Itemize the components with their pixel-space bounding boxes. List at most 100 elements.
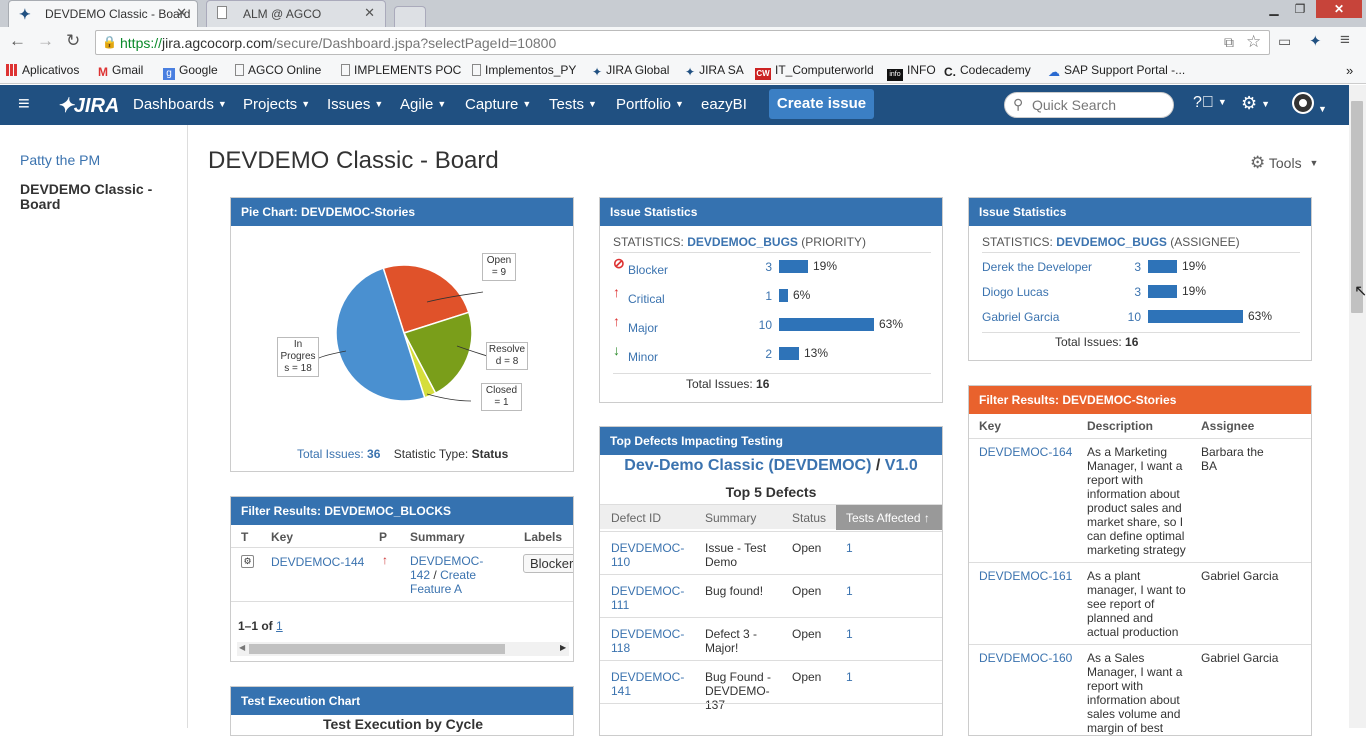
- issue-key-link[interactable]: DEVDEMOC-164: [979, 445, 1072, 459]
- reload-icon[interactable]: ↻: [66, 31, 80, 51]
- maximize-icon[interactable]: ❐: [1288, 0, 1312, 18]
- parent-issue-link[interactable]: 142: [410, 568, 430, 582]
- sidebar-item-patty[interactable]: Patty the PM: [20, 152, 100, 168]
- help-icon[interactable]: ?⃝ ▼: [1193, 94, 1227, 112]
- assignee-link[interactable]: Derek the Developer: [982, 260, 1092, 274]
- close-tab-icon[interactable]: ✕: [176, 5, 187, 21]
- tools-menu-button[interactable]: ⚙ Tools ▼: [1250, 153, 1318, 173]
- col-header-tests-affected[interactable]: Tests Affected ↑: [836, 505, 942, 530]
- priority-link[interactable]: Minor: [628, 350, 658, 364]
- tests-affected-link[interactable]: 1: [846, 627, 853, 641]
- summary-text: DEVDEMO-: [705, 684, 770, 698]
- col-header-description[interactable]: Description: [1087, 419, 1153, 433]
- filter-link[interactable]: DEVDEMOC_BUGS: [1056, 235, 1167, 249]
- filter-link[interactable]: DEVDEMOC_BUGS: [687, 235, 798, 249]
- bookmark-it-computerworld[interactable]: CW IT_Computerworld: [755, 63, 874, 80]
- scrollbar-thumb[interactable]: [249, 644, 505, 654]
- nav-projects[interactable]: Projects ▼: [243, 96, 310, 113]
- browser-tab[interactable]: ALM @ AGCO ✕: [206, 0, 386, 27]
- minimize-icon[interactable]: ▁: [1262, 0, 1286, 18]
- summary-link[interactable]: Feature A: [410, 582, 462, 596]
- nav-tests[interactable]: Tests ▼: [549, 96, 597, 113]
- jira-extension-icon[interactable]: ✦: [1309, 32, 1322, 50]
- bookmark-jira-global[interactable]: ✦ JIRA Global: [592, 63, 669, 79]
- col-header-type[interactable]: T: [241, 530, 248, 544]
- nav-issues[interactable]: Issues ▼: [327, 96, 383, 113]
- bookmark-agco-online[interactable]: AGCO Online: [235, 63, 321, 77]
- col-header-summary[interactable]: Summary: [705, 511, 756, 525]
- defect-link[interactable]: 118: [611, 641, 684, 655]
- close-tab-icon[interactable]: ✕: [364, 5, 375, 21]
- sidebar-item-current-dashboard[interactable]: DEVDEMO Classic - Board: [20, 182, 170, 212]
- bookmark-apps[interactable]: Aplicativos: [6, 63, 79, 77]
- cast-icon[interactable]: ▭: [1278, 33, 1291, 50]
- gear-icon[interactable]: ⚙ ▼: [1241, 93, 1270, 114]
- nav-eazybi[interactable]: eazyBI: [701, 96, 747, 113]
- avatar[interactable]: ▼: [1292, 92, 1327, 118]
- defect-link[interactable]: 141: [611, 684, 684, 698]
- quick-search-input[interactable]: ⚲ Quick Search: [1004, 92, 1174, 118]
- parent-issue-link[interactable]: DEVDEMOC-: [410, 554, 483, 568]
- bookmark-star-icon[interactable]: ☆: [1246, 32, 1261, 52]
- col-header-assignee[interactable]: Assignee: [1201, 419, 1254, 433]
- bookmark-implementos-py[interactable]: Implementos_PY: [472, 63, 576, 77]
- bookmark-codecademy[interactable]: C. Codecademy: [944, 63, 1031, 79]
- address-bar[interactable]: 🔒 https://jira.agcocorp.com/secure/Dashb…: [95, 30, 1270, 55]
- pager-link[interactable]: 1: [276, 619, 283, 633]
- defect-link[interactable]: 110: [611, 555, 684, 569]
- assignee-link[interactable]: Gabriel Garcia: [982, 310, 1059, 324]
- col-header-status[interactable]: Status: [792, 511, 826, 525]
- translate-icon[interactable]: ⧉: [1224, 34, 1234, 51]
- col-header-key[interactable]: Key: [979, 419, 1001, 433]
- jira-logo[interactable]: ✦JIRA: [57, 93, 119, 118]
- bookmark-sap-support[interactable]: ☁ SAP Support Portal -...: [1048, 63, 1185, 79]
- priority-link[interactable]: Blocker: [628, 263, 668, 277]
- nav-agile[interactable]: Agile ▼: [400, 96, 446, 113]
- summary-link[interactable]: Create: [440, 568, 476, 582]
- horizontal-scrollbar[interactable]: ◀ ▶: [237, 642, 569, 656]
- bookmark-jira-sa[interactable]: ✦ JIRA SA: [685, 63, 744, 79]
- app-switcher-icon[interactable]: ≡: [18, 93, 30, 116]
- priority-link[interactable]: Major: [628, 321, 658, 335]
- priority-link[interactable]: Critical: [628, 292, 665, 306]
- nav-portfolio[interactable]: Portfolio ▼: [616, 96, 684, 113]
- new-tab-button[interactable]: [394, 6, 426, 27]
- col-header-key[interactable]: Key: [271, 530, 293, 544]
- browser-tab-active[interactable]: ✦ DEVDEMO Classic - Board ✕: [8, 0, 198, 27]
- tests-affected-link[interactable]: 1: [846, 541, 853, 555]
- scroll-right-icon[interactable]: ▶: [560, 643, 566, 652]
- assignee-link[interactable]: Diogo Lucas: [982, 285, 1049, 299]
- issue-key-link[interactable]: DEVDEMOC-144: [271, 555, 364, 569]
- defect-link[interactable]: DEVDEMOC-: [611, 670, 684, 684]
- version-link[interactable]: V1.0: [885, 457, 918, 474]
- close-window-icon[interactable]: ✕: [1316, 0, 1362, 18]
- nav-capture[interactable]: Capture ▼: [465, 96, 531, 113]
- pie-total-link[interactable]: 36: [367, 447, 380, 461]
- page-scrollbar[interactable]: [1349, 85, 1366, 728]
- back-icon[interactable]: ←: [9, 31, 26, 51]
- menu-icon[interactable]: ≡: [1340, 30, 1350, 50]
- bookmarks-overflow-icon[interactable]: »: [1346, 63, 1353, 78]
- col-header-priority[interactable]: P: [379, 530, 387, 544]
- issue-key-link[interactable]: DEVDEMOC-160: [979, 651, 1072, 665]
- create-issue-button[interactable]: Create issue: [769, 89, 874, 119]
- col-header-defect-id[interactable]: Defect ID: [611, 511, 661, 525]
- defect-link[interactable]: DEVDEMOC-: [611, 584, 684, 598]
- col-header-summary[interactable]: Summary: [410, 530, 465, 544]
- nav-dashboards[interactable]: Dashboards ▼: [133, 96, 227, 113]
- defect-link[interactable]: DEVDEMOC-: [611, 541, 684, 555]
- scroll-left-icon[interactable]: ◀: [239, 643, 245, 652]
- tests-affected-link[interactable]: 1: [846, 670, 853, 684]
- tests-affected-link[interactable]: 1: [846, 584, 853, 598]
- forward-icon[interactable]: →: [37, 31, 54, 51]
- bookmark-google[interactable]: g Google: [163, 63, 218, 80]
- bookmark-implements-poc[interactable]: IMPLEMENTS POC: [341, 63, 461, 77]
- defect-link[interactable]: DEVDEMOC-: [611, 627, 684, 641]
- issue-key-link[interactable]: DEVDEMOC-161: [979, 569, 1072, 583]
- col-header-labels[interactable]: Labels: [524, 530, 562, 544]
- label-tag[interactable]: Blocker: [523, 554, 573, 573]
- defect-link[interactable]: 111: [611, 598, 684, 612]
- project-link[interactable]: Dev-Demo Classic (DEVDEMOC): [624, 457, 871, 474]
- bookmark-gmail[interactable]: M Gmail: [98, 63, 143, 79]
- bookmark-info[interactable]: info INFO: [887, 63, 936, 81]
